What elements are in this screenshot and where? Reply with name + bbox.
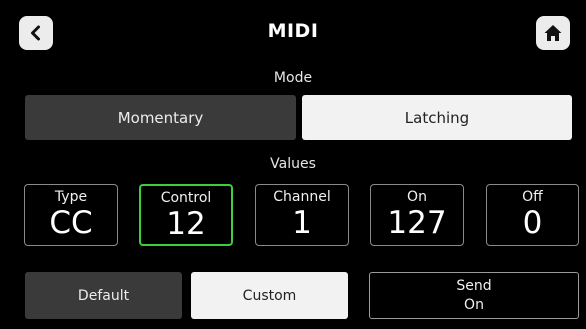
channel-field-label: Channel bbox=[273, 189, 331, 205]
channel-field-value: 1 bbox=[292, 205, 312, 241]
control-field-label: Control bbox=[160, 190, 212, 206]
channel-field[interactable]: Channel 1 bbox=[255, 184, 349, 246]
page-title: MIDI bbox=[267, 20, 319, 42]
send-on-button[interactable]: Send On bbox=[369, 272, 579, 319]
home-button[interactable] bbox=[536, 16, 570, 50]
type-field-value: CC bbox=[49, 205, 93, 241]
home-icon bbox=[544, 25, 562, 41]
type-field-label: Type bbox=[54, 189, 88, 205]
mode-label: Mode bbox=[273, 70, 313, 86]
on-field[interactable]: On 127 bbox=[370, 184, 464, 246]
off-field-label: Off bbox=[522, 189, 543, 205]
off-field[interactable]: Off 0 bbox=[486, 184, 579, 246]
send-on-label-line1: Send bbox=[456, 277, 492, 294]
custom-button-label: Custom bbox=[242, 287, 297, 304]
custom-button[interactable]: Custom bbox=[191, 272, 348, 319]
mode-latching-label: Latching bbox=[404, 108, 470, 127]
send-on-label-line2: On bbox=[464, 296, 484, 313]
mode-latching-button[interactable]: Latching bbox=[302, 95, 572, 140]
control-field-value: 12 bbox=[166, 206, 206, 242]
control-field[interactable]: Control 12 bbox=[139, 184, 233, 246]
on-field-label: On bbox=[407, 189, 427, 205]
type-field[interactable]: Type CC bbox=[24, 184, 118, 246]
mode-momentary-button[interactable]: Momentary bbox=[25, 95, 296, 140]
on-field-value: 127 bbox=[387, 205, 447, 241]
values-label: Values bbox=[270, 156, 316, 172]
off-field-value: 0 bbox=[522, 205, 543, 241]
default-button-label: Default bbox=[77, 287, 130, 304]
mode-momentary-label: Momentary bbox=[117, 108, 204, 127]
default-button[interactable]: Default bbox=[25, 272, 182, 319]
